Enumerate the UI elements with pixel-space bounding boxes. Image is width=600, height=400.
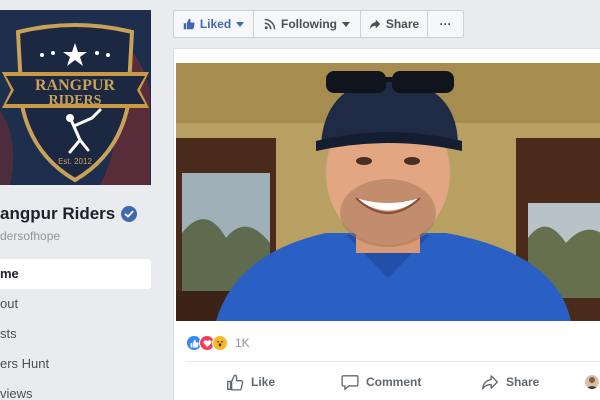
like-button[interactable]: Like <box>226 373 275 391</box>
page-profile-picture[interactable]: RANGPUR RIDERS Est. 2012 <box>0 10 151 185</box>
page-nav: me out sts ers Hunt views <box>0 259 151 400</box>
logo-text-line1: RANGPUR <box>35 77 115 94</box>
page-title[interactable]: angpur Riders <box>0 204 138 224</box>
nav-item-home[interactable]: me <box>0 259 151 289</box>
nav-item-posts[interactable]: sts <box>0 319 151 349</box>
more-options-button[interactable]: ··· <box>428 11 463 37</box>
post-action-row: Like Comment Share <box>174 367 600 397</box>
chevron-down-icon <box>342 21 350 27</box>
share-post-button[interactable]: Share <box>481 373 539 391</box>
following-label: Following <box>281 17 337 31</box>
viewer-avatar[interactable] <box>585 375 599 389</box>
post-card: 1K Like Comment Share <box>173 48 600 400</box>
comment-button[interactable]: Comment <box>341 373 421 391</box>
thumbs-up-icon <box>183 18 195 30</box>
nav-item-riders-hunt[interactable]: ers Hunt <box>0 349 151 379</box>
nav-item-about[interactable]: out <box>0 289 151 319</box>
comment-bubble-icon <box>341 375 359 390</box>
page-action-bar: Liked Following Share ··· <box>173 10 464 38</box>
reaction-summary[interactable]: 1K <box>186 335 250 351</box>
share-page-button[interactable]: Share <box>361 11 428 37</box>
page-sidebar: RANGPUR RIDERS Est. 2012 angpur Riders d… <box>0 0 162 400</box>
post-divider <box>186 361 600 362</box>
logo-est-text: Est. 2012 <box>58 157 92 166</box>
verified-badge-icon <box>121 206 138 222</box>
reaction-count: 1K <box>235 336 250 350</box>
logo-text-line2: RIDERS <box>49 93 102 108</box>
share-arrow-icon <box>482 375 498 390</box>
team-logo: RANGPUR RIDERS Est. 2012 <box>0 10 151 185</box>
video-frame <box>176 63 600 321</box>
thumbs-up-icon <box>227 374 244 391</box>
liked-label: Liked <box>199 17 232 31</box>
following-button[interactable]: Following <box>254 11 361 37</box>
like-label: Like <box>251 375 276 389</box>
share-arrow-icon <box>369 19 381 30</box>
avatar-image <box>585 375 599 389</box>
comment-label: Comment <box>366 375 422 389</box>
post-video[interactable] <box>176 63 600 321</box>
liked-button[interactable]: Liked <box>174 11 254 37</box>
share-label: Share <box>385 17 420 31</box>
page-name-text: angpur Riders <box>0 204 116 223</box>
share-post-label: Share <box>506 375 540 389</box>
nav-item-reviews[interactable]: views <box>0 379 151 400</box>
wow-reaction-icon <box>212 335 228 351</box>
page-username[interactable]: dersofhope <box>0 229 60 243</box>
chevron-down-icon <box>236 21 245 27</box>
rss-feed-icon <box>264 18 276 30</box>
